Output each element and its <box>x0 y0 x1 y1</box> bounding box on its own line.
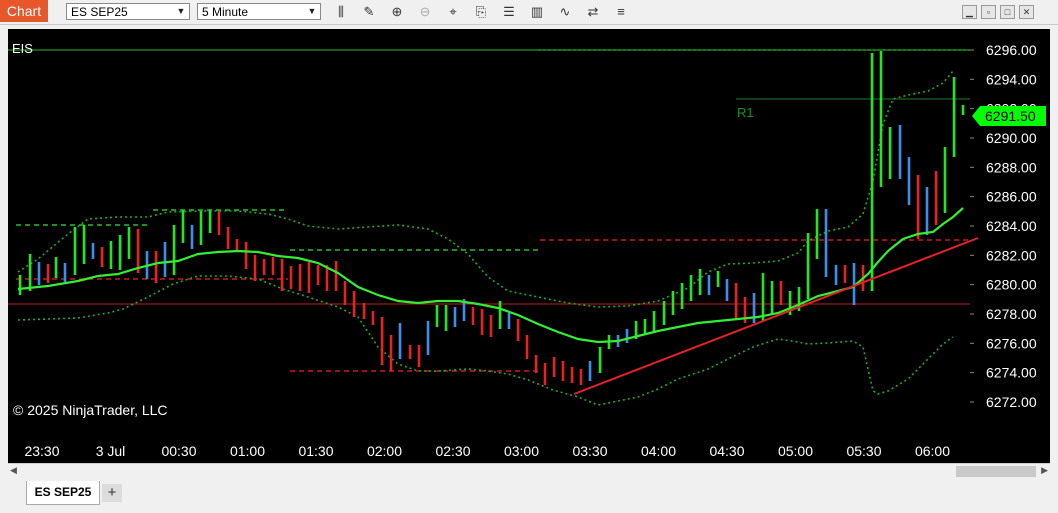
price-tick-label: 6282.00 <box>986 247 1037 263</box>
time-tick-label: 05:00 <box>778 443 813 459</box>
chart-trader-icon[interactable]: ⇄ <box>584 3 602 20</box>
maximize-icon[interactable]: □ <box>1000 5 1015 19</box>
time-tick-label: 01:00 <box>230 443 265 459</box>
chart-canvas: R1 EIS © 2025 NinjaTrader, LLC 6296.00 62… <box>8 29 1050 463</box>
time-tick-label: 04:30 <box>709 443 744 459</box>
interval-value: 5 Minute <box>202 5 249 19</box>
tab-es-sep25[interactable]: ES SEP25 <box>26 481 100 505</box>
horizontal-scrollbar[interactable]: ◀ ▶ <box>8 463 1050 480</box>
price-tick-label: 6284.00 <box>986 218 1037 234</box>
bollinger-lower <box>17 275 954 406</box>
copyright-text: © 2025 NinjaTrader, LLC <box>13 402 168 418</box>
r1-label: R1 <box>737 105 754 120</box>
time-tick-label: 03:00 <box>504 443 539 459</box>
interval-selector[interactable]: 5 Minute ▼ <box>197 3 321 20</box>
time-axis: 23:30 3 Jul 00:30 01:00 01:30 02:00 02:30 03:00… <box>24 443 950 459</box>
instrument-value: ES SEP25 <box>71 5 128 19</box>
time-tick-label: 3 Jul <box>96 443 126 459</box>
price-tick-label: 6288.00 <box>986 159 1037 175</box>
chevron-down-icon: ▼ <box>176 6 186 16</box>
instrument-label: EIS <box>12 41 33 56</box>
price-chart[interactable]: R1 EIS © 2025 NinjaTrader, LLC 6296.00 62… <box>8 29 1050 463</box>
price-tick-label: 6286.00 <box>986 189 1037 205</box>
price-tick-label: 6290.00 <box>986 130 1037 146</box>
price-tick-label: 6296.00 <box>986 42 1037 58</box>
price-tick-label: 6272.00 <box>986 394 1037 410</box>
price-tick-label: 6294.00 <box>986 71 1037 87</box>
instrument-selector[interactable]: ES SEP25 ▼ <box>66 3 190 20</box>
time-tick-label: 05:30 <box>846 443 881 459</box>
chevron-down-icon: ▼ <box>307 6 317 16</box>
minimize-icon[interactable]: ▁ <box>962 5 977 19</box>
properties-icon[interactable]: ☰ <box>500 3 518 20</box>
time-tick-label: 06:00 <box>915 443 950 459</box>
price-tick-label: 6276.00 <box>986 335 1037 351</box>
time-tick-label: 02:00 <box>367 443 402 459</box>
price-tick-label: 6274.00 <box>986 365 1037 381</box>
price-bars <box>18 51 965 385</box>
time-tick-label: 01:30 <box>298 443 333 459</box>
indicators-icon[interactable]: ▥ <box>528 3 546 20</box>
chart-window-tag[interactable]: Chart <box>0 0 48 22</box>
scroll-right-icon[interactable]: ▶ <box>1041 465 1048 476</box>
bar-type-icon[interactable]: ⫼ <box>332 3 350 20</box>
time-tick-label: 02:30 <box>435 443 470 459</box>
draw-pencil-icon[interactable]: ✎ <box>360 3 378 20</box>
scroll-left-icon[interactable]: ◀ <box>10 465 17 476</box>
data-box-icon[interactable]: ⎘ <box>472 3 490 20</box>
current-price-value: 6291.50 <box>985 108 1036 124</box>
zoom-in-icon[interactable]: ⊕ <box>388 3 406 20</box>
time-tick-label: 23:30 <box>24 443 59 459</box>
price-axis: 6296.006294.006292.006290.006288.006286.… <box>970 42 1037 410</box>
time-tick-label: 00:30 <box>161 443 196 459</box>
strategies-icon[interactable]: ∿ <box>556 3 574 20</box>
title-bar: Chart ES SEP25 ▼ 5 Minute ▼ ⫼ ✎ ⊕ ⊖ ⌖ ⎘ … <box>0 0 1058 25</box>
add-tab-button[interactable]: + <box>102 484 122 502</box>
crosshair-icon[interactable]: ⌖ <box>444 3 462 20</box>
bollinger-upper <box>17 70 954 308</box>
scrollbar-thumb[interactable] <box>956 466 1036 477</box>
price-tick-label: 6280.00 <box>986 277 1037 293</box>
close-icon[interactable]: ✕ <box>1019 5 1034 19</box>
time-tick-label: 04:00 <box>641 443 676 459</box>
more-options-icon[interactable]: ≡ <box>612 3 630 20</box>
price-tick-label: 6278.00 <box>986 306 1037 322</box>
tab-bar: ES SEP25 + <box>0 479 1058 513</box>
time-tick-label: 03:30 <box>572 443 607 459</box>
restore-icon[interactable]: ▫ <box>981 5 996 19</box>
zoom-out-icon[interactable]: ⊖ <box>416 3 434 20</box>
